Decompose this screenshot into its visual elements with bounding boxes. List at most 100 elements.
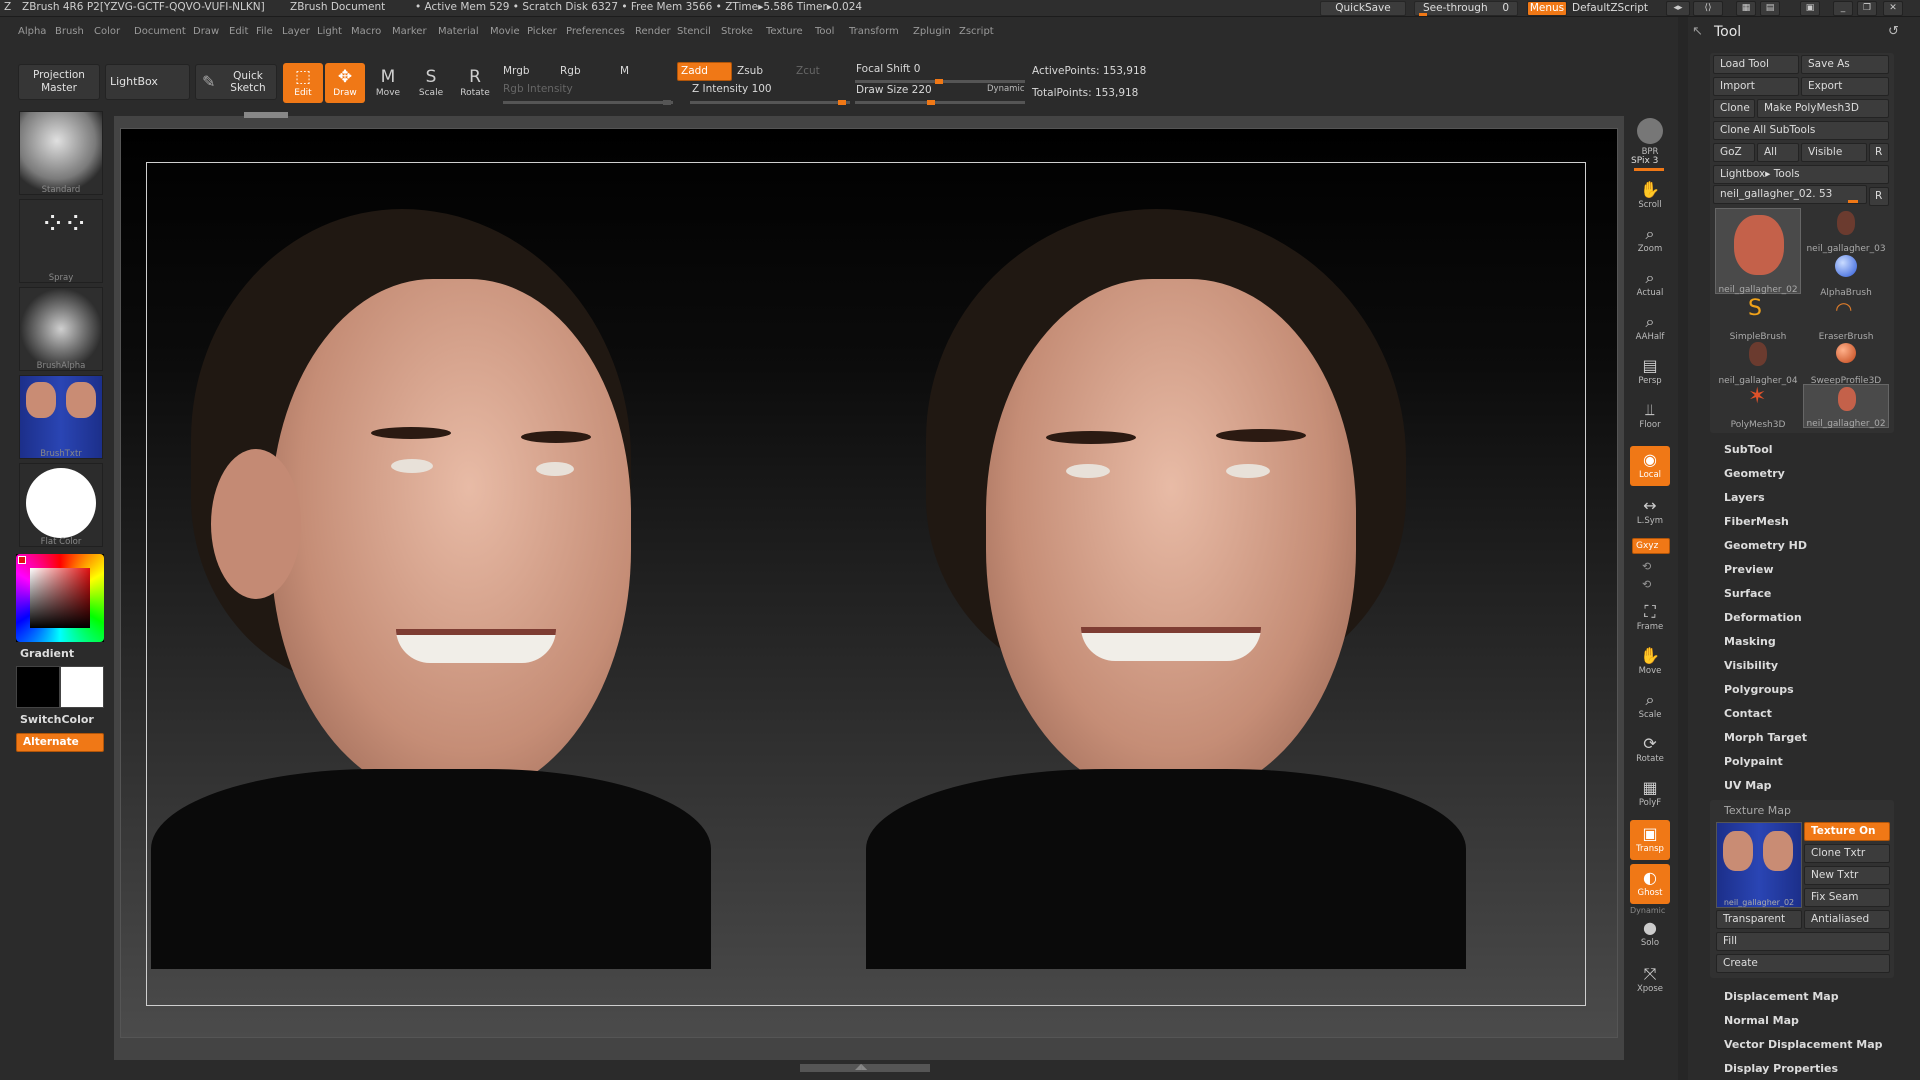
actual-button[interactable]: ⌕ Actual	[1630, 264, 1670, 304]
fix-seam-button[interactable]: Fix Seam	[1804, 888, 1890, 907]
menu-texture[interactable]: Texture	[766, 26, 803, 37]
tool-thumb-eraserbrush[interactable]: ◠ EraserBrush	[1803, 296, 1889, 342]
see-through-slider[interactable]: See-through 0	[1414, 1, 1518, 16]
tool-thumb-polymesh3d[interactable]: ✶ PolyMesh3D	[1715, 384, 1801, 430]
color-picker[interactable]	[16, 554, 104, 642]
create-button[interactable]: Create	[1716, 954, 1890, 973]
menu-render[interactable]: Render	[635, 26, 671, 37]
section-morph-target[interactable]: Morph Target	[1724, 731, 1807, 744]
m-button[interactable]: M	[620, 65, 629, 77]
section-normal-map[interactable]: Normal Map	[1724, 1014, 1799, 1027]
bpr-button[interactable]: BPR	[1630, 114, 1670, 157]
current-tool-r-button[interactable]: R	[1869, 187, 1889, 206]
section-visibility[interactable]: Visibility	[1724, 659, 1778, 672]
draw-button[interactable]: ✥ Draw	[325, 63, 365, 103]
menu-draw[interactable]: Draw	[193, 26, 219, 37]
zoom-button[interactable]: ⌕ Zoom	[1630, 220, 1670, 260]
export-button[interactable]: Export	[1801, 77, 1889, 96]
menu-brush[interactable]: Brush	[55, 26, 84, 37]
minimize-icon[interactable]: _	[1833, 1, 1853, 16]
main-color-swatch[interactable]	[16, 666, 60, 708]
local-button[interactable]: ◉ Local	[1630, 446, 1670, 486]
zsub-button[interactable]: Zsub	[737, 65, 763, 77]
tool-thumb-neil-03[interactable]: neil_gallagher_03	[1803, 208, 1889, 254]
material-button[interactable]: Flat Color	[19, 463, 103, 547]
menu-light[interactable]: Light	[317, 26, 342, 37]
section-display-properties[interactable]: Display Properties	[1724, 1062, 1838, 1075]
scroll-button[interactable]: ✋ Scroll	[1630, 176, 1670, 216]
z-intensity-track[interactable]	[690, 100, 850, 105]
section-geometry[interactable]: Geometry	[1724, 467, 1785, 480]
move-view-button[interactable]: ✋ Move	[1630, 642, 1670, 682]
collapse-arrows-icon[interactable]: ◢◣	[855, 1062, 867, 1071]
draw-size-track[interactable]	[855, 100, 1025, 105]
section-layers[interactable]: Layers	[1724, 491, 1765, 504]
scroll-arrows-icon[interactable]: ⟨⟩	[1693, 1, 1723, 16]
menu-file[interactable]: File	[256, 26, 273, 37]
menu-alpha[interactable]: Alpha	[18, 26, 46, 37]
clone-button[interactable]: Clone	[1713, 99, 1755, 118]
solo-button[interactable]: ● Solo	[1630, 914, 1670, 954]
persp-button[interactable]: ▤ Persp	[1630, 352, 1670, 392]
goz-r-button[interactable]: R	[1869, 143, 1889, 162]
aahalf-button[interactable]: ⌕ AAHalf	[1630, 308, 1670, 348]
rotate-view-button[interactable]: ⟳ Rotate	[1630, 730, 1670, 770]
lightbox-tools-button[interactable]: Lightbox▸ Tools	[1713, 165, 1889, 184]
scale-button[interactable]: S Scale	[411, 63, 451, 103]
section-deformation[interactable]: Deformation	[1724, 611, 1802, 624]
saturation-square[interactable]	[30, 568, 90, 628]
zcut-button[interactable]: Zcut	[796, 65, 820, 77]
texture-map-title[interactable]: Texture Map	[1724, 804, 1791, 817]
layout2-icon[interactable]: ▤	[1760, 1, 1780, 16]
goz-all-button[interactable]: All	[1757, 143, 1799, 162]
menu-transform[interactable]: Transform	[849, 26, 899, 37]
texture-map-thumbnail[interactable]: neil_gallagher_02	[1716, 822, 1802, 908]
tool-palette-title[interactable]: Tool	[1714, 24, 1741, 40]
rotate-button[interactable]: R Rotate	[455, 63, 495, 103]
brush-alpha-button[interactable]: BrushAlpha	[19, 287, 103, 371]
lightbox-button[interactable]: LightBox	[105, 64, 190, 100]
xyz-button[interactable]: Gxyz	[1632, 538, 1670, 554]
viewport-canvas[interactable]	[120, 128, 1618, 1038]
dynamic-toggle[interactable]: Dynamic	[987, 84, 1025, 94]
scale-view-button[interactable]: ⌕ Scale	[1630, 686, 1670, 726]
tool-thumb-neil-02[interactable]: neil_gallagher_02	[1715, 208, 1801, 295]
tool-thumb-neil-04[interactable]: neil_gallagher_04	[1715, 340, 1801, 386]
gradient-label[interactable]: Gradient	[20, 647, 74, 660]
menu-tool[interactable]: Tool	[815, 26, 834, 37]
menu-movie[interactable]: Movie	[490, 26, 520, 37]
ghost-button[interactable]: ◐ Ghost	[1630, 864, 1670, 904]
mrgb-button[interactable]: Mrgb	[503, 65, 530, 77]
current-tool-slider[interactable]: neil_gallagher_02. 53	[1713, 185, 1867, 204]
xpose-button[interactable]: ⤧ Xpose	[1630, 960, 1670, 1000]
edit-button[interactable]: ⬚ Edit	[283, 63, 323, 103]
menu-preferences[interactable]: Preferences	[566, 26, 625, 37]
menu-zscript[interactable]: Zscript	[959, 26, 994, 37]
palette-pin-icon[interactable]: ↖	[1692, 24, 1703, 39]
close-icon[interactable]: ✕	[1883, 1, 1903, 16]
rgb-button[interactable]: Rgb	[560, 65, 581, 77]
polyf-button[interactable]: ▦ PolyF	[1630, 774, 1670, 814]
transp-button[interactable]: ▣ Transp	[1630, 820, 1670, 860]
section-vector-displacement-map[interactable]: Vector Displacement Map	[1724, 1038, 1883, 1051]
section-contact[interactable]: Contact	[1724, 707, 1772, 720]
section-preview[interactable]: Preview	[1724, 563, 1774, 576]
menu-macro[interactable]: Macro	[351, 26, 381, 37]
restore-icon[interactable]: ❐	[1857, 1, 1877, 16]
menu-color[interactable]: Color	[94, 26, 120, 37]
quicksave-button[interactable]: QuickSave	[1320, 1, 1406, 16]
tool-thumb-simplebrush[interactable]: S SimpleBrush	[1715, 296, 1801, 342]
transparent-button[interactable]: Transparent	[1716, 910, 1802, 929]
focal-shift-slider[interactable]: Focal Shift 0	[856, 63, 920, 75]
quick-sketch-button[interactable]: ✎ Quick Sketch	[195, 64, 277, 100]
menus-button[interactable]: Menus	[1527, 1, 1567, 16]
section-subtool[interactable]: SubTool	[1724, 443, 1773, 456]
menu-layer[interactable]: Layer	[282, 26, 310, 37]
floor-button[interactable]: ⫫ Floor	[1630, 396, 1670, 436]
brush-texture-button[interactable]: BrushTxtr	[19, 375, 103, 459]
antialiased-button[interactable]: Antialiased	[1804, 910, 1890, 929]
standard-brush-button[interactable]: Standard	[19, 111, 103, 195]
switchcolor-button[interactable]: SwitchColor	[20, 713, 94, 726]
arrows-icon[interactable]: ◂▸	[1666, 1, 1690, 16]
clone-all-subtools-button[interactable]: Clone All SubTools	[1713, 121, 1889, 140]
